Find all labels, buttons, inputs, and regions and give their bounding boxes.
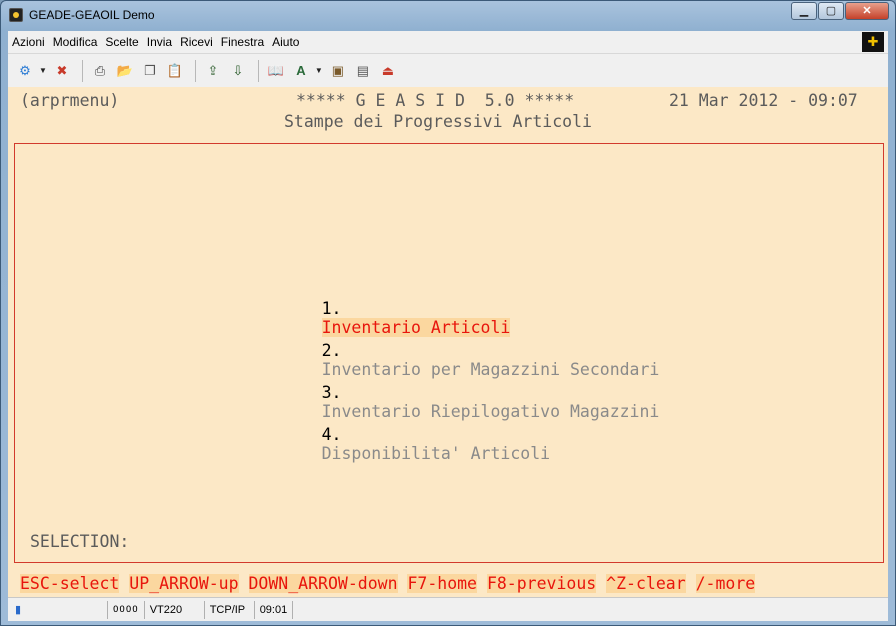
menu-azioni[interactable]: Azioni xyxy=(8,35,49,49)
connect-dropdown-icon[interactable]: ▼ xyxy=(39,66,47,75)
print-icon[interactable]: ⎙ xyxy=(89,60,111,82)
option-number: 3. xyxy=(321,383,342,402)
close-button[interactable]: ✕ xyxy=(845,2,889,20)
properties-icon[interactable]: ▤ xyxy=(352,60,374,82)
exit-icon[interactable]: ⏏ xyxy=(377,60,399,82)
app-icon[interactable] xyxy=(9,8,23,22)
selection-prompt[interactable]: SELECTION: xyxy=(30,532,129,551)
brand-logo-icon: ✚ xyxy=(862,32,884,52)
receive-file-icon[interactable]: ⇩ xyxy=(227,60,249,82)
app-header: ***** G E A S I D 5.0 ***** xyxy=(296,91,575,110)
key-up-arrow[interactable]: UP_ARROW-up xyxy=(129,574,239,593)
window-title: GEADE-GEAOIL Demo xyxy=(29,8,155,22)
copy-icon[interactable]: ❐ xyxy=(139,60,161,82)
key-f7-home[interactable]: F7-home xyxy=(407,574,477,593)
emulation-type: VT220 xyxy=(145,600,205,619)
minimize-button[interactable]: ▁ xyxy=(791,2,817,20)
menu-scelte[interactable]: Scelte xyxy=(101,35,142,49)
option-number: 1. xyxy=(321,299,342,318)
toolbar-separator xyxy=(194,59,196,82)
key-down-arrow[interactable]: DOWN_ARROW-down xyxy=(248,574,398,593)
status-time: 09:01 xyxy=(255,600,294,619)
font-dropdown-icon[interactable]: ▼ xyxy=(315,66,323,75)
function-keys-bar: ESC-select UP_ARROW-up DOWN_ARROW-down F… xyxy=(20,574,756,593)
menu-aiuto[interactable]: Aiuto xyxy=(268,35,303,49)
connection-status-icon: ▮ xyxy=(14,603,22,616)
status-empty xyxy=(28,600,108,619)
program-name: (arprmenu) xyxy=(20,91,120,110)
menu-invia[interactable]: Invia xyxy=(143,35,176,49)
title-bar[interactable]: GEADE-GEAOIL Demo ▁ ▢ ✕ xyxy=(1,1,895,31)
option-number: 4. xyxy=(321,425,342,444)
key-ctrl-z-clear[interactable]: ^Z-clear xyxy=(606,574,686,593)
maximize-button[interactable]: ▢ xyxy=(818,2,844,20)
toolbar-separator xyxy=(81,59,83,82)
toolbar-separator xyxy=(257,59,259,82)
connect-icon[interactable]: ⚙ xyxy=(14,60,36,82)
keyboard-leds: OOOO xyxy=(108,600,145,619)
menu-finestra[interactable]: Finestra xyxy=(217,35,268,49)
book-icon[interactable]: 📖 xyxy=(265,60,287,82)
key-esc-select[interactable]: ESC-select xyxy=(20,574,120,593)
app-window: GEADE-GEAOIL Demo ▁ ▢ ✕ Azioni Modifica … xyxy=(0,0,896,626)
paste-icon[interactable]: 📋 xyxy=(164,60,186,82)
disconnect-icon[interactable]: ✖ xyxy=(51,60,73,82)
open-folder-icon[interactable]: 📂 xyxy=(114,60,136,82)
toolbar: ⚙ ▼ ✖ ⎙ 📂 ❐ 📋 ⇪ ⇩ 📖 A ▼ ▣ ▤ ⏏ xyxy=(8,53,888,87)
option-label: Disponibilita' Articoli xyxy=(321,444,551,463)
menu-bar: Azioni Modifica Scelte Invia Ricevi Fine… xyxy=(8,31,888,53)
status-bar: ▮ OOOO VT220 TCP/IP 09:01 xyxy=(8,597,888,621)
settings-icon[interactable]: ▣ xyxy=(327,60,349,82)
window-controls: ▁ ▢ ✕ xyxy=(790,2,889,20)
terminal-screen[interactable]: (arprmenu) ***** G E A S I D 5.0 ***** 2… xyxy=(8,87,888,597)
datetime: 21 Mar 2012 - 09:07 xyxy=(669,91,858,110)
key-slash-more[interactable]: /-more xyxy=(695,574,756,593)
font-icon[interactable]: A xyxy=(290,60,312,82)
protocol: TCP/IP xyxy=(205,600,255,619)
send-file-icon[interactable]: ⇪ xyxy=(202,60,224,82)
key-f8-previous[interactable]: F8-previous xyxy=(486,574,597,593)
page-title: Stampe dei Progressivi Articoli xyxy=(284,112,592,131)
menu-modifica[interactable]: Modifica xyxy=(49,35,102,49)
menu-option-4[interactable]: 4. Disponibilita' Articoli xyxy=(262,406,550,482)
menu-ricevi[interactable]: Ricevi xyxy=(176,35,217,49)
option-number: 2. xyxy=(321,341,342,360)
